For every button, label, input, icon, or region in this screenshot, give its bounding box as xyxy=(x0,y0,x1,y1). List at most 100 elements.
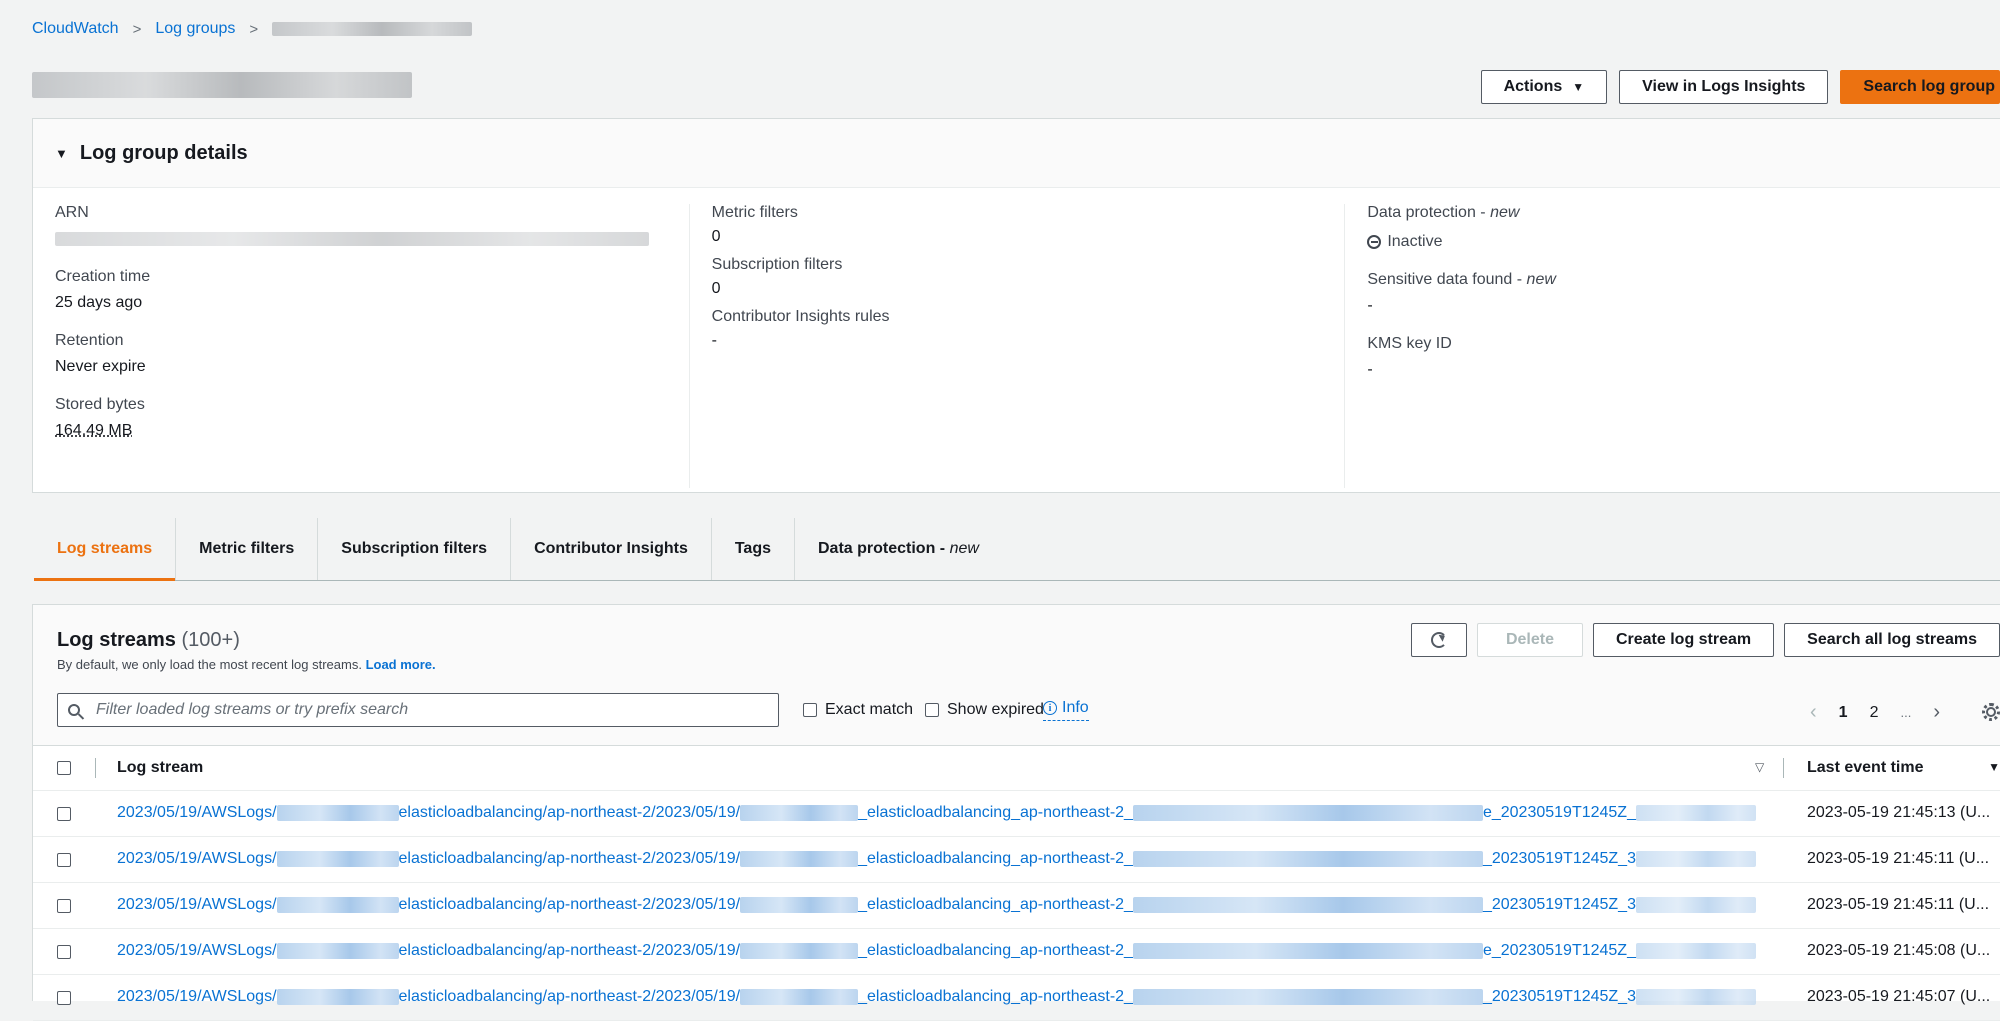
breadcrumb: CloudWatch > Log groups > xyxy=(32,20,473,38)
metric-filters-label: Metric filters xyxy=(711,204,798,221)
info-link[interactable]: i Info xyxy=(1043,699,1089,721)
redacted-load-balancer-id xyxy=(1132,851,1483,867)
search-all-log-streams-button[interactable]: Search all log streams xyxy=(1784,623,2000,657)
status-inactive-icon xyxy=(1367,235,1382,249)
gear-icon[interactable] xyxy=(1982,703,2000,721)
tab-contributor-insights[interactable]: Contributor Insights xyxy=(511,518,712,580)
redacted-load-balancer-id xyxy=(1132,805,1483,821)
last-event-time: 2023-05-19 21:45:08 (U... xyxy=(1807,942,1991,959)
actions-button[interactable]: Actions ▼ xyxy=(1480,70,1608,104)
show-expired-option[interactable]: Show expired xyxy=(925,701,1044,719)
create-log-stream-button[interactable]: Create log stream xyxy=(1592,623,1775,657)
sensitive-data-value: - xyxy=(1367,297,1373,314)
redacted-suffix xyxy=(1635,805,1756,821)
search-log-group-button[interactable]: Search log group xyxy=(1840,70,2000,104)
tab-bar: Log streams Metric filters Subscription … xyxy=(34,518,2000,581)
chevron-right-icon: > xyxy=(132,20,142,38)
row-checkbox[interactable] xyxy=(57,945,71,959)
column-log-stream[interactable]: Log stream xyxy=(117,759,203,777)
search-icon xyxy=(68,704,80,716)
kms-key-label: KMS key ID xyxy=(1367,335,1452,352)
sort-icon[interactable]: ▽ xyxy=(1755,760,1764,774)
log-streams-count: (100+) xyxy=(181,629,240,651)
subscription-filters-label: Subscription filters xyxy=(711,256,843,273)
tab-data-protection[interactable]: Data protection - new xyxy=(795,518,1002,580)
table-row: 2023/05/19/AWSLogs/ elasticloadbalancing… xyxy=(33,929,2000,975)
arn-label: ARN xyxy=(55,204,89,221)
last-event-time: 2023-05-19 21:45:11 (U... xyxy=(1807,896,1990,913)
redacted-account-id xyxy=(276,989,399,1005)
log-streams-description: By default, we only load the most recent… xyxy=(57,657,436,672)
row-checkbox[interactable] xyxy=(57,899,71,913)
redacted-account-id xyxy=(276,897,399,913)
breadcrumb-cloudwatch[interactable]: CloudWatch xyxy=(32,20,119,38)
retention-label: Retention xyxy=(55,332,124,349)
row-checkbox[interactable] xyxy=(57,853,71,867)
log-streams-search xyxy=(57,693,779,727)
redacted-load-balancer-id xyxy=(1132,897,1483,913)
select-all-checkbox[interactable] xyxy=(57,761,71,775)
details-column-3: Data protection - new Inactive Sensitive… xyxy=(1344,204,2000,488)
exact-match-checkbox[interactable] xyxy=(803,703,817,717)
load-more-link[interactable]: Load more. xyxy=(366,657,436,672)
table-row: 2023/05/19/AWSLogs/ elasticloadbalancing… xyxy=(33,975,2000,1021)
row-checkbox[interactable] xyxy=(57,807,71,821)
log-stream-link[interactable]: 2023/05/19/AWSLogs/ elasticloadbalancing… xyxy=(117,942,1756,960)
kms-key-value: - xyxy=(1367,361,1373,378)
tab-log-streams[interactable]: Log streams xyxy=(34,518,177,581)
log-streams-panel: Log streams (100+) By default, we only l… xyxy=(32,604,2000,1021)
last-event-time: 2023-05-19 21:45:13 (U... xyxy=(1807,804,1991,821)
table-row: 2023/05/19/AWSLogs/ elasticloadbalancing… xyxy=(33,883,2000,929)
tab-metric-filters[interactable]: Metric filters xyxy=(176,518,319,580)
log-stream-link[interactable]: 2023/05/19/AWSLogs/ elasticloadbalancing… xyxy=(117,804,1756,822)
view-in-logs-insights-button[interactable]: View in Logs Insights xyxy=(1619,70,1829,104)
redacted-suffix xyxy=(1635,851,1756,867)
redacted-account-id xyxy=(276,805,399,821)
tab-subscription-filters[interactable]: Subscription filters xyxy=(318,518,512,580)
table-body: 2023/05/19/AWSLogs/ elasticloadbalancing… xyxy=(33,791,2000,1021)
breadcrumb-log-groups[interactable]: Log groups xyxy=(155,20,235,38)
exact-match-option[interactable]: Exact match xyxy=(803,701,913,719)
data-protection-status: Inactive xyxy=(1367,233,1442,251)
page-1[interactable]: 1 xyxy=(1839,704,1848,722)
details-header[interactable]: ▼ Log group details xyxy=(33,119,2000,188)
table-row: 2023/05/19/AWSLogs/ elasticloadbalancing… xyxy=(33,791,2000,837)
page-2[interactable]: 2 xyxy=(1870,704,1879,722)
redacted-account-id xyxy=(740,897,859,913)
stored-bytes-value[interactable]: 164.49 MB xyxy=(55,422,689,440)
delete-button[interactable]: Delete xyxy=(1476,623,1583,657)
redacted-load-balancer-id xyxy=(1132,943,1483,959)
sort-descending-icon[interactable]: ▼ xyxy=(1988,760,2000,774)
details-column-2: Metric filters 0 Subscription filters 0 … xyxy=(688,204,1345,488)
metric-filters-value: 0 xyxy=(711,228,721,245)
arn-value-redacted xyxy=(55,231,649,246)
refresh-button[interactable] xyxy=(1410,623,1467,657)
contributor-insights-label: Contributor Insights rules xyxy=(711,308,890,325)
chevron-right-icon[interactable]: › xyxy=(1933,701,1940,724)
contributor-insights-value: - xyxy=(711,332,717,349)
chevron-right-icon: > xyxy=(249,20,259,38)
column-last-event-time[interactable]: Last event time xyxy=(1807,759,1923,777)
caret-down-icon: ▼ xyxy=(55,145,68,161)
table-row: 2023/05/19/AWSLogs/ elasticloadbalancing… xyxy=(33,837,2000,883)
subscription-filters-value: 0 xyxy=(711,280,721,297)
show-expired-checkbox[interactable] xyxy=(925,703,939,717)
data-protection-label: Data protection - new xyxy=(1367,204,1520,221)
column-divider[interactable] xyxy=(1783,758,1784,778)
log-stream-link[interactable]: 2023/05/19/AWSLogs/ elasticloadbalancing… xyxy=(117,988,1756,1006)
retention-value: Never expire xyxy=(55,358,146,375)
tab-tags[interactable]: Tags xyxy=(712,518,795,580)
redacted-suffix xyxy=(1635,897,1756,913)
log-streams-actions: Delete Create log stream Search all log … xyxy=(1410,623,2000,657)
creation-time-label: Creation time xyxy=(55,268,151,285)
table-header: Log stream ▽ Last event time ▼ xyxy=(33,746,2000,791)
chevron-left-icon[interactable]: ‹ xyxy=(1810,701,1817,724)
breadcrumb-current-redacted xyxy=(272,22,473,36)
row-checkbox[interactable] xyxy=(57,991,71,1005)
log-stream-link[interactable]: 2023/05/19/AWSLogs/ elasticloadbalancing… xyxy=(117,896,1756,914)
log-streams-title: Log streams (100+) xyxy=(57,629,240,651)
last-event-time: 2023-05-19 21:45:07 (U... xyxy=(1807,988,1991,1005)
log-streams-search-input[interactable] xyxy=(94,700,738,720)
log-stream-link[interactable]: 2023/05/19/AWSLogs/ elasticloadbalancing… xyxy=(117,850,1756,868)
creation-time-value: 25 days ago xyxy=(55,294,143,311)
